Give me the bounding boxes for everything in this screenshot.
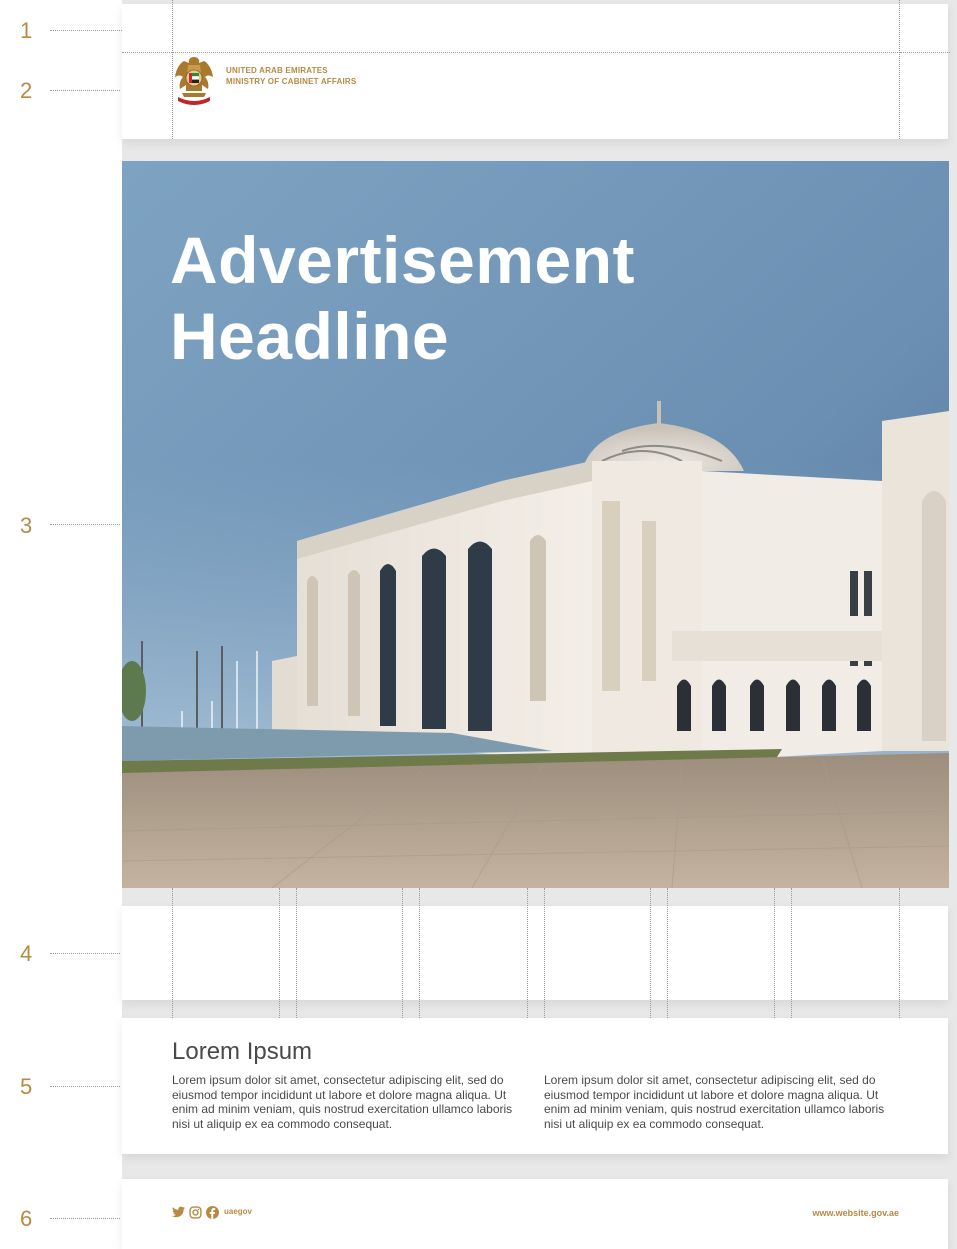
column-guide [544,888,545,1018]
guide-leader-4 [50,953,120,954]
facebook-icon[interactable] [206,1206,219,1219]
hero-headline-line1: Advertisement [170,223,635,297]
header-margin-guide-extension [900,52,950,53]
body-column-2: Lorem ipsum dolor sit amet, consectetur … [544,1073,885,1131]
guide-leader-5 [50,1086,120,1087]
column-guide [419,888,420,1018]
org-name-line2: MINISTRY OF CABINET AFFAIRS [226,77,357,86]
grid-panel [122,906,948,1000]
org-name: UNITED ARAB EMIRATES MINISTRY OF CABINET… [226,65,356,87]
uae-emblem-icon [175,57,213,105]
guide-number-1: 1 [20,18,33,43]
guide-number-5: 5 [20,1074,33,1099]
column-guide [172,888,173,1018]
hero-headline: Advertisement Headline [170,222,790,374]
guide-number-2: 2 [20,78,33,103]
guide-number-4: 4 [20,941,33,966]
column-guide [527,888,528,1018]
instagram-icon[interactable] [189,1206,202,1219]
twitter-icon[interactable] [172,1206,185,1218]
column-guide [667,888,668,1018]
right-margin-guide [899,0,900,139]
column-guide [650,888,651,1018]
column-guide [899,888,900,1018]
content-title: Lorem Ipsum [172,1038,313,1065]
website-url[interactable]: www.website.gov.ae [812,1208,899,1218]
guide-gutter [0,0,122,1249]
header-margin-guide [122,52,948,53]
column-guide [774,888,775,1018]
guide-number-6: 6 [20,1206,33,1231]
hero-headline-line2: Headline [170,299,450,373]
column-guide [296,888,297,1018]
column-guide [402,888,403,1018]
body-column-1: Lorem ipsum dolor sit amet, consectetur … [172,1073,513,1131]
guide-leader-3 [50,524,120,525]
social-handle[interactable]: uaegov [224,1207,252,1216]
column-guide [279,888,280,1018]
guide-leader-2 [50,90,120,91]
org-name-line1: UNITED ARAB EMIRATES [226,66,328,75]
guide-leader-6 [50,1218,120,1219]
column-guide [791,888,792,1018]
guide-number-3: 3 [20,513,33,538]
